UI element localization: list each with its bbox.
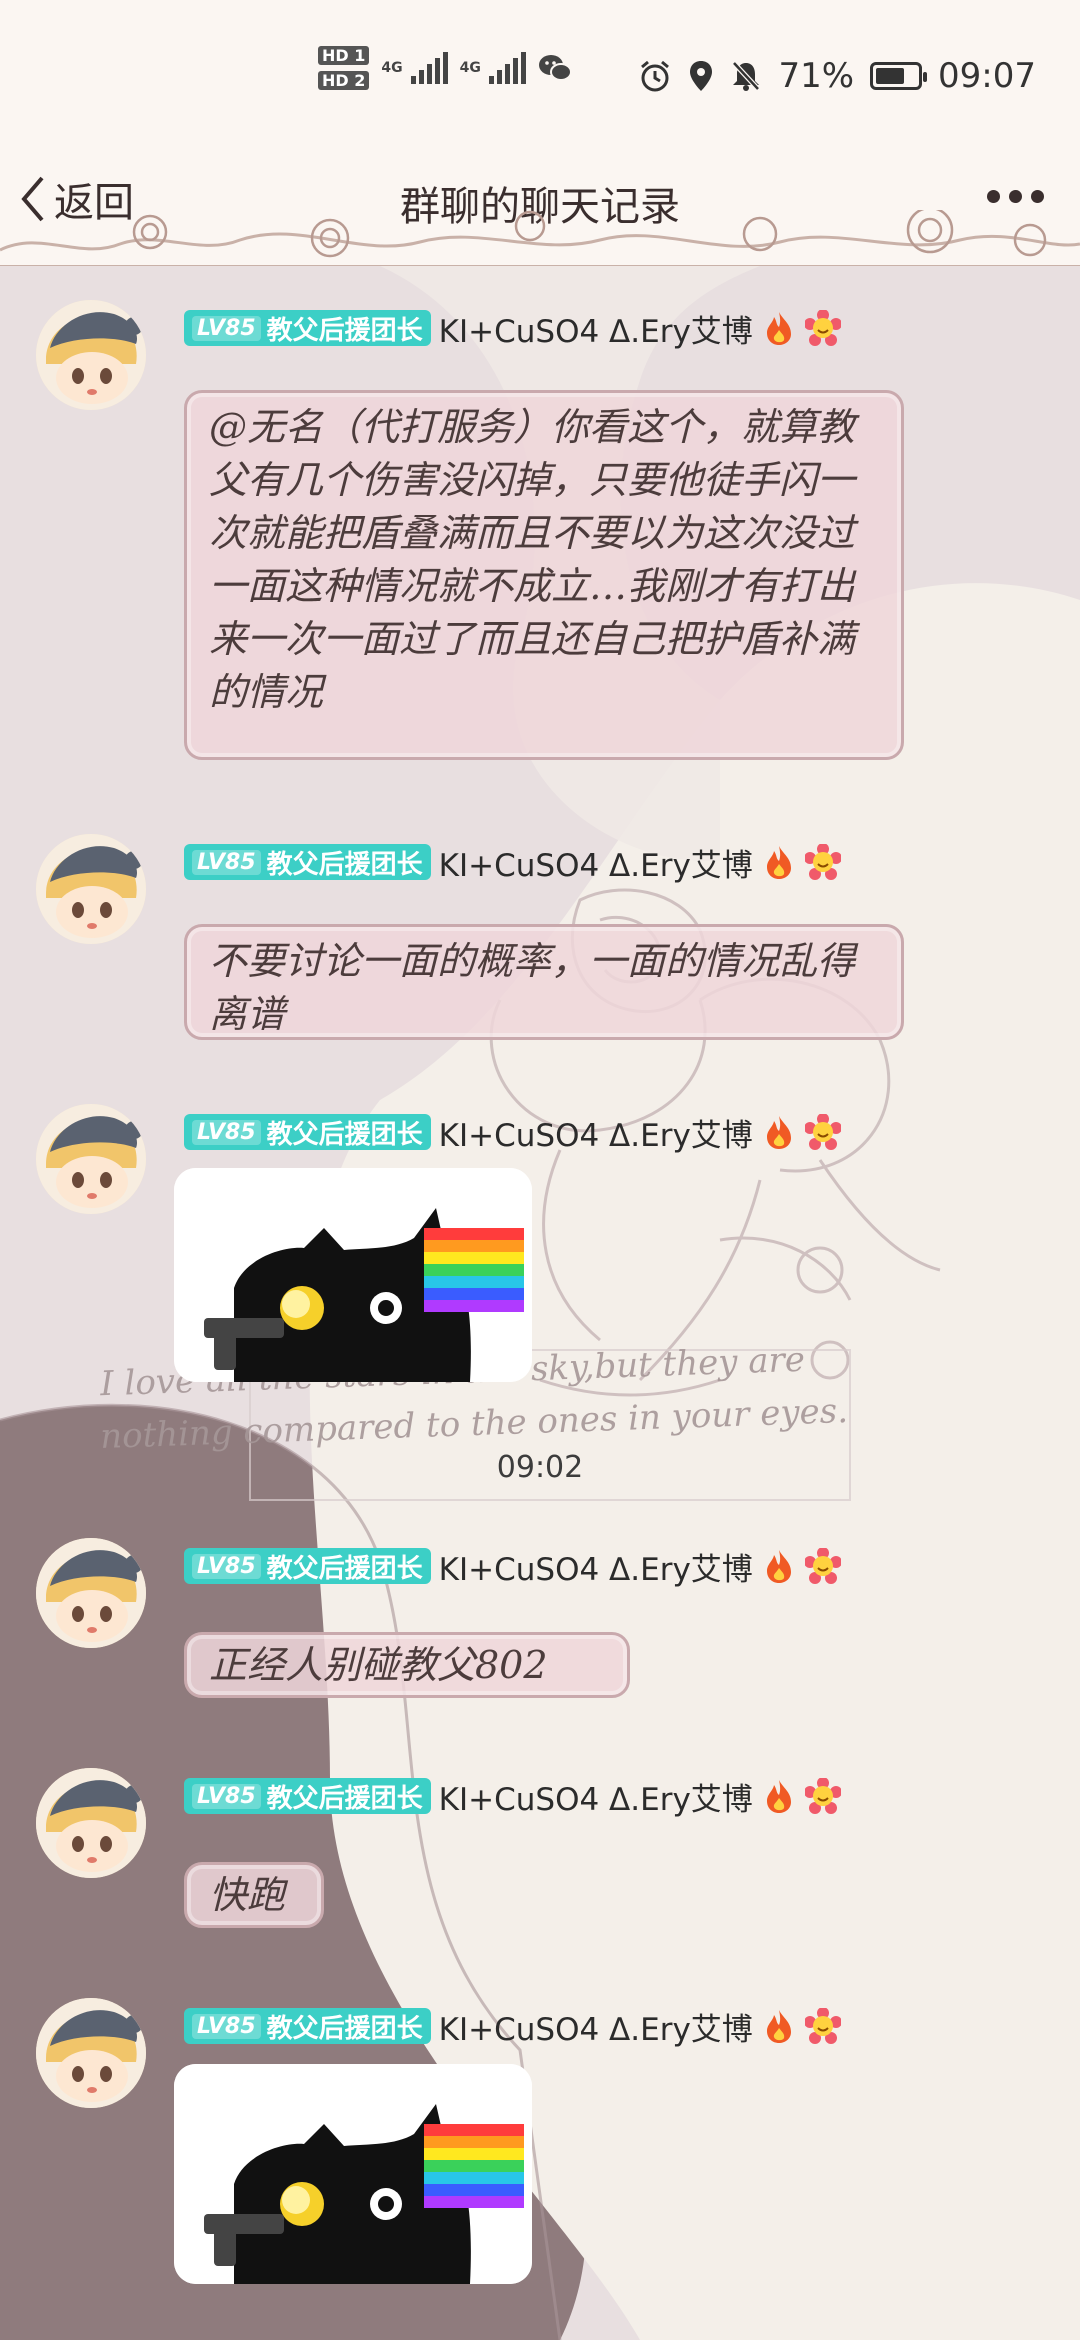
message-bubble[interactable]: 不要讨论一面的概率，一面的情况乱得离谱 bbox=[184, 924, 904, 1040]
avatar[interactable] bbox=[36, 1768, 146, 1878]
message-bubble[interactable]: 快跑 bbox=[184, 1862, 324, 1928]
avatar[interactable] bbox=[36, 834, 146, 944]
fire-icon bbox=[766, 1116, 791, 1149]
status-right: 71% 09:07 bbox=[638, 56, 1036, 96]
title-badge-label: 教父后援团长 bbox=[266, 2013, 423, 2044]
black-cat-gun-sticker bbox=[174, 1168, 532, 1382]
sim1-label: HD 1 bbox=[318, 46, 370, 65]
avatar[interactable] bbox=[36, 1104, 146, 1214]
level-label: LV85 bbox=[192, 1119, 261, 1145]
fire-icon bbox=[766, 312, 791, 345]
message-bubble[interactable]: 正经人别碰教父802 bbox=[184, 1632, 630, 1698]
status-time: 09:07 bbox=[938, 56, 1036, 96]
sender-meta: LV85 教父后援团长 KI+CuSO4 Δ.Ery艾博 bbox=[184, 1774, 841, 1818]
sim2-label: HD 2 bbox=[318, 71, 370, 90]
title-badge-label: 教父后援团长 bbox=[266, 1783, 423, 1814]
sender-nickname[interactable]: KI+CuSO4 Δ.Ery艾博 bbox=[439, 1110, 753, 1155]
mute-icon bbox=[732, 61, 761, 91]
avatar-image bbox=[36, 300, 146, 410]
sender-meta: LV85 教父后援团长 KI+CuSO4 Δ.Ery艾博 bbox=[184, 2004, 841, 2048]
alarm-icon bbox=[641, 60, 670, 92]
member-badge: LV85 教父后援团长 bbox=[184, 844, 431, 880]
level-label: LV85 bbox=[192, 1553, 261, 1579]
title-badge-label: 教父后援团长 bbox=[266, 1119, 423, 1150]
level-label: LV85 bbox=[192, 315, 261, 341]
avatar[interactable] bbox=[36, 1538, 146, 1648]
flower-smile-icon bbox=[804, 1778, 841, 1814]
avatar[interactable] bbox=[36, 300, 146, 410]
level-label: LV85 bbox=[192, 1783, 261, 1809]
rose-border-decoration bbox=[0, 210, 1080, 266]
sticker-image[interactable] bbox=[174, 2064, 532, 2284]
title-bar: 返回 群聊的聊天记录 bbox=[0, 150, 1080, 266]
member-badge: LV85 教父后援团长 bbox=[184, 1114, 431, 1150]
sender-meta: LV85 教父后援团长 KI+CuSO4 Δ.Ery艾博 bbox=[184, 306, 841, 350]
member-badge: LV85 教父后援团长 bbox=[184, 2008, 431, 2044]
flower-smile-icon bbox=[804, 2008, 841, 2044]
avatar-image bbox=[36, 1538, 146, 1648]
time-divider: 09:02 bbox=[496, 1450, 584, 1485]
sender-meta: LV85 教父后援团长 KI+CuSO4 Δ.Ery艾博 bbox=[184, 840, 841, 884]
battery-icon bbox=[870, 62, 928, 90]
member-badge: LV85 教父后援团长 bbox=[184, 1778, 431, 1814]
sender-nickname[interactable]: KI+CuSO4 Δ.Ery艾博 bbox=[439, 840, 753, 885]
network-type-1: 4G bbox=[381, 60, 403, 76]
level-label: LV85 bbox=[192, 2013, 261, 2039]
title-badge-label: 教父后援团长 bbox=[266, 315, 423, 346]
battery-percent: 71% bbox=[778, 56, 855, 96]
avatar-image bbox=[36, 834, 146, 944]
signal-icon-2 bbox=[488, 52, 526, 84]
more-icon[interactable] bbox=[987, 190, 1044, 203]
black-cat-gun-sticker bbox=[174, 2064, 532, 2284]
title-badge-label: 教父后援团长 bbox=[266, 1553, 423, 1584]
flower-smile-icon bbox=[804, 1114, 841, 1150]
title-badge-label: 教父后援团长 bbox=[266, 849, 423, 880]
status-left: HD 1 HD 2 4G 4G bbox=[318, 46, 572, 90]
message-text: @无名（代打服务）你看这个，就算教父有几个伤害没闪掉，只要他徒手闪一次就能把盾叠… bbox=[209, 405, 856, 714]
flower-smile-icon bbox=[804, 1548, 841, 1584]
sender-meta: LV85 教父后援团长 KI+CuSO4 Δ.Ery艾博 bbox=[184, 1110, 841, 1154]
fire-icon bbox=[766, 1780, 791, 1813]
member-badge: LV85 教父后援团长 bbox=[184, 1548, 431, 1584]
sim-indicator: HD 1 HD 2 bbox=[318, 46, 370, 90]
sticker-image[interactable] bbox=[174, 1168, 532, 1382]
member-badge: LV85 教父后援团长 bbox=[184, 310, 431, 346]
level-label: LV85 bbox=[192, 849, 261, 875]
message-bubble[interactable]: @无名（代打服务）你看这个，就算教父有几个伤害没闪掉，只要他徒手闪一次就能把盾叠… bbox=[184, 390, 904, 760]
fire-icon bbox=[766, 846, 791, 879]
wechat-icon bbox=[538, 55, 572, 81]
avatar-image bbox=[36, 1104, 146, 1214]
chat-history[interactable]: LV85 教父后援团长 KI+CuSO4 Δ.Ery艾博 @无名（代打服务）你看这… bbox=[0, 266, 1080, 2340]
sender-nickname[interactable]: KI+CuSO4 Δ.Ery艾博 bbox=[439, 1774, 753, 1819]
sender-meta: LV85 教父后援团长 KI+CuSO4 Δ.Ery艾博 bbox=[184, 1544, 841, 1588]
sender-nickname[interactable]: KI+CuSO4 Δ.Ery艾博 bbox=[439, 1544, 753, 1589]
status-bar: HD 1 HD 2 4G 4G 71% 09:07 bbox=[0, 0, 1080, 150]
avatar[interactable] bbox=[36, 1998, 146, 2108]
avatar-image bbox=[36, 1998, 146, 2108]
signal-icon bbox=[410, 52, 448, 84]
sender-nickname[interactable]: KI+CuSO4 Δ.Ery艾博 bbox=[439, 306, 753, 351]
avatar-image bbox=[36, 1768, 146, 1878]
network-type-2: 4G bbox=[459, 60, 481, 76]
fire-icon bbox=[766, 2010, 791, 2043]
fire-icon bbox=[766, 1550, 791, 1583]
sender-nickname[interactable]: KI+CuSO4 Δ.Ery艾博 bbox=[439, 2004, 753, 2049]
location-icon bbox=[690, 61, 713, 91]
flower-smile-icon bbox=[804, 310, 841, 346]
message-text: 正经人别碰教父802 bbox=[209, 1643, 548, 1687]
message-text: 不要讨论一面的概率，一面的情况乱得离谱 bbox=[209, 939, 856, 1036]
message-text: 快跑 bbox=[209, 1873, 286, 1917]
battery-fill bbox=[876, 68, 905, 84]
flower-smile-icon bbox=[804, 844, 841, 880]
